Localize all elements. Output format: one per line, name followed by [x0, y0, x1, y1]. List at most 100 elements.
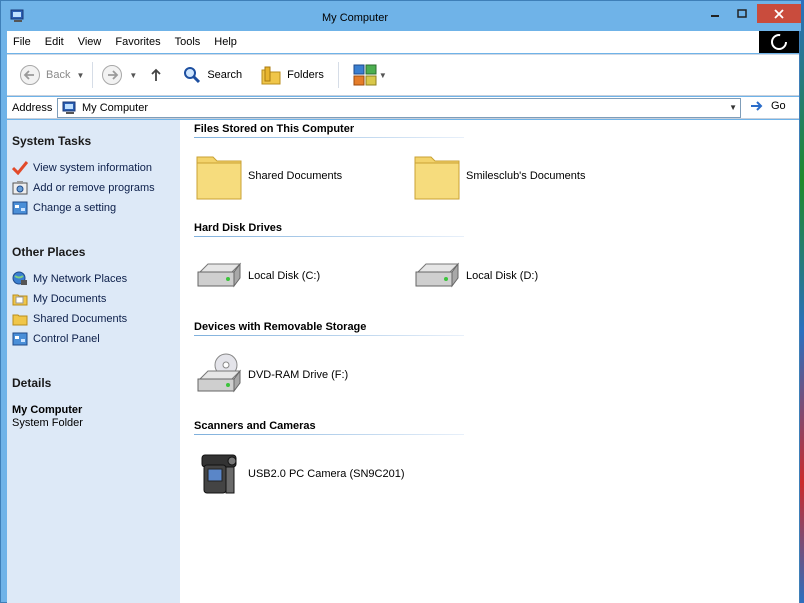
go-label: Go	[771, 100, 786, 112]
group-divider	[194, 236, 464, 237]
go-arrow-icon	[751, 101, 763, 111]
views-icon	[353, 64, 377, 86]
content-area: Files Stored on This Computer Shared Doc…	[180, 120, 799, 603]
throbber-icon	[771, 34, 787, 50]
group-divider	[194, 434, 464, 435]
network-globe-icon	[11, 271, 29, 287]
task-view-system-information[interactable]: View system information	[11, 159, 152, 177]
search-icon	[184, 67, 201, 84]
task-label: Change a setting	[33, 202, 117, 214]
control-panel-icon	[11, 200, 29, 216]
go-button[interactable]: Go	[749, 99, 786, 113]
minimize-icon	[710, 14, 719, 17]
menu-help[interactable]: Help	[208, 36, 245, 48]
menu-tools[interactable]: Tools	[169, 36, 209, 48]
details-heading[interactable]: Details	[12, 376, 51, 390]
drive-label: Local Disk (C:)	[248, 270, 321, 282]
other-places-heading[interactable]: Other Places	[12, 245, 85, 259]
address-bar: Address My Computer ▼ Go	[7, 97, 799, 119]
folder-icon	[194, 150, 244, 202]
place-shared-documents[interactable]: Shared Documents	[11, 310, 127, 328]
folder-icon	[412, 150, 462, 202]
dvd-drive-icon	[194, 349, 244, 401]
title-bar[interactable]: My Computer	[1, 1, 801, 31]
place-label: Shared Documents	[33, 313, 128, 325]
hard-disk-icon	[194, 250, 244, 302]
close-button[interactable]	[757, 4, 801, 23]
place-control-panel[interactable]: Control Panel	[11, 330, 100, 348]
toolbar-separator	[337, 62, 339, 88]
views-dropdown-icon[interactable]: ▼	[379, 71, 387, 80]
place-label: My Documents	[33, 293, 107, 305]
menu-file[interactable]: File	[7, 36, 39, 48]
address-value: My Computer	[82, 102, 149, 114]
place-my-documents[interactable]: My Documents	[11, 290, 106, 308]
camera-icon	[194, 448, 244, 500]
toolbar: Back ▼ ▼ Search Folders ▼	[7, 54, 799, 96]
maximize-icon	[736, 8, 747, 18]
folders-icon	[261, 66, 281, 85]
my-computer-icon	[62, 101, 76, 114]
details-type: System Folder	[12, 417, 83, 429]
system-tasks-heading[interactable]: System Tasks	[12, 134, 91, 148]
folder-label: Smilesclub's Documents	[466, 170, 586, 182]
shared-documents-folder[interactable]: Shared Documents	[194, 150, 342, 202]
forward-button[interactable]: ▼	[97, 59, 141, 91]
window-title: My Computer	[321, 12, 389, 24]
folders-label: Folders	[287, 69, 324, 81]
task-label: Add or remove programs	[33, 182, 155, 194]
address-input[interactable]: My Computer ▼	[57, 98, 741, 118]
group-heading-drives: Hard Disk Drives	[194, 222, 283, 234]
task-pane: System Tasks View system information Add…	[7, 120, 180, 603]
details-name: My Computer	[12, 404, 83, 416]
my-documents-icon	[11, 291, 29, 307]
local-disk-d[interactable]: Local Disk (D:)	[412, 250, 538, 302]
address-dropdown-icon[interactable]: ▼	[729, 103, 737, 112]
close-icon	[774, 8, 784, 19]
menu-edit[interactable]: Edit	[39, 36, 72, 48]
place-network-places[interactable]: My Network Places	[11, 270, 127, 288]
group-divider	[194, 137, 464, 138]
place-label: Control Panel	[33, 333, 100, 345]
menu-view[interactable]: View	[72, 36, 110, 48]
task-change-setting[interactable]: Change a setting	[11, 199, 116, 217]
usb-pc-camera[interactable]: USB2.0 PC Camera (SN9C201)	[194, 448, 405, 500]
back-dropdown-icon[interactable]: ▼	[76, 71, 84, 80]
folder-label: Shared Documents	[248, 170, 343, 182]
maximize-button[interactable]	[728, 4, 755, 23]
place-label: My Network Places	[33, 273, 128, 285]
local-disk-c[interactable]: Local Disk (C:)	[194, 250, 320, 302]
user-documents-folder[interactable]: Smilesclub's Documents	[412, 150, 585, 202]
minimize-button[interactable]	[701, 4, 728, 23]
menu-bar: File Edit View Favorites Tools Help	[7, 31, 799, 53]
drive-label: Local Disk (D:)	[466, 270, 539, 282]
back-button[interactable]: Back ▼	[15, 59, 88, 91]
views-button[interactable]: ▼	[349, 59, 391, 91]
search-button[interactable]: Search	[179, 59, 246, 91]
forward-arrow-icon	[102, 65, 123, 85]
menu-favorites[interactable]: Favorites	[109, 36, 168, 48]
search-label: Search	[207, 69, 243, 81]
control-panel-icon	[11, 331, 29, 347]
task-add-remove-programs[interactable]: Add or remove programs	[11, 179, 155, 197]
forward-dropdown-icon[interactable]: ▼	[129, 71, 137, 80]
explorer-window: My Computer File Edit View Favorites Too…	[0, 0, 801, 603]
device-label: USB2.0 PC Camera (SN9C201)	[248, 468, 405, 480]
up-arrow-icon	[151, 68, 161, 81]
up-button[interactable]	[145, 59, 167, 91]
group-heading-removable: Devices with Removable Storage	[194, 321, 367, 333]
drive-label: DVD-RAM Drive (F:)	[248, 369, 349, 381]
folders-button[interactable]: Folders	[256, 59, 328, 91]
group-divider	[194, 335, 464, 336]
group-heading-scanners: Scanners and Cameras	[194, 420, 316, 432]
add-remove-programs-icon	[11, 180, 29, 196]
checkmark-icon	[11, 160, 29, 176]
dvd-ram-drive-f[interactable]: DVD-RAM Drive (F:)	[194, 349, 348, 401]
group-heading-files: Files Stored on This Computer	[194, 123, 355, 135]
hard-disk-icon	[412, 250, 462, 302]
toolbar-separator	[92, 62, 94, 88]
address-label: Address	[12, 101, 53, 114]
back-label: Back	[46, 69, 71, 81]
back-arrow-icon	[20, 65, 40, 85]
task-label: View system information	[33, 162, 153, 174]
